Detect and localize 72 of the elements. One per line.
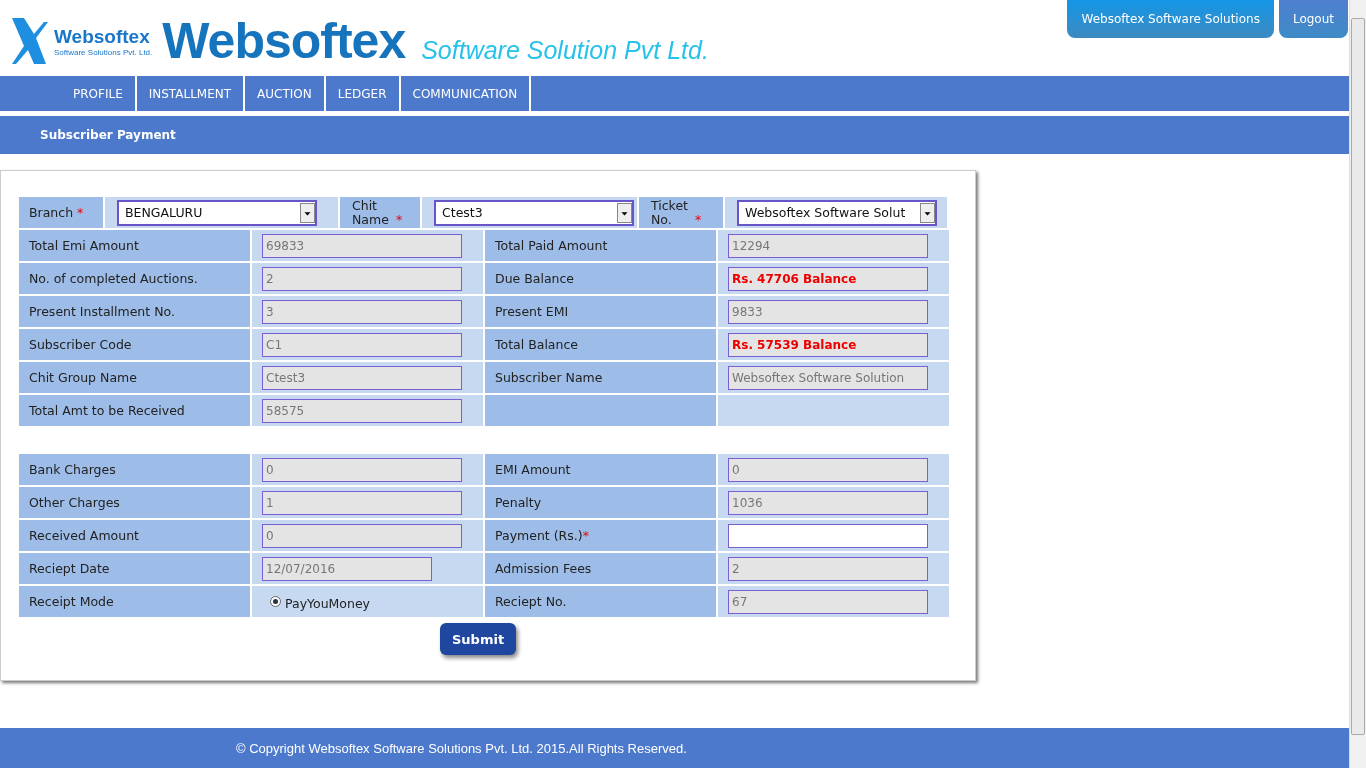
readonly-field[interactable]: Websoftex Software Solution: [728, 365, 928, 390]
readonly-field[interactable]: 0: [262, 523, 462, 548]
required-mark: *: [582, 528, 589, 543]
field-label: Ticket No.: [651, 198, 689, 227]
field-label: Reciept No.: [495, 594, 567, 609]
nav-link[interactable]: AUCTION: [245, 76, 326, 111]
logo-name: Websoftex: [54, 25, 151, 48]
field-label: Received Amount: [29, 528, 139, 543]
balance-field[interactable]: Rs. 57539 Balance: [728, 332, 928, 357]
readonly-field[interactable]: 58575: [262, 398, 462, 423]
readonly-field[interactable]: 3: [262, 299, 462, 324]
field-label: Total Emi Amount: [29, 238, 139, 253]
submit-button[interactable]: Submit: [440, 623, 517, 655]
readonly-field[interactable]: C1: [262, 332, 462, 357]
required-mark: *: [695, 212, 702, 227]
required-mark: *: [77, 205, 84, 220]
dropdown[interactable]: Ctest3: [434, 199, 634, 226]
page-title: Subscriber Payment: [40, 128, 176, 142]
field-label: Subscriber Code: [29, 337, 132, 352]
date-field[interactable]: 12/07/2016: [262, 556, 432, 581]
copyright-text: © Copyright Websoftex Software Solutions Pvt. Ltd. 2015.All Rights Reserved.: [236, 740, 687, 756]
readonly-field[interactable]: 9833: [728, 299, 928, 324]
dropdown[interactable]: Websoftex Software Solut: [737, 199, 937, 226]
balance-field[interactable]: Rs. 47706 Balance: [728, 266, 928, 291]
readonly-field[interactable]: 67: [728, 589, 928, 614]
caret-icon[interactable]: [300, 202, 315, 223]
nav-link[interactable]: INSTALLMENT: [136, 76, 246, 111]
readonly-field[interactable]: 69833: [262, 233, 462, 258]
readonly-field[interactable]: Ctest3: [262, 365, 462, 390]
nav-link[interactable]: PROFILE: [61, 76, 137, 111]
field-label: Present Installment No.: [29, 304, 175, 319]
caret-icon[interactable]: [920, 202, 935, 223]
caret-icon[interactable]: [617, 202, 632, 223]
field-label: Other Charges: [29, 495, 120, 510]
scrollbar[interactable]: [1349, 0, 1366, 768]
logout-button[interactable]: Logout: [1278, 0, 1348, 38]
nav-link[interactable]: COMMUNICATION: [400, 76, 532, 111]
field-label: Admission Fees: [495, 561, 592, 576]
field-label: Reciept Date: [29, 561, 110, 576]
field-label: Receipt Mode: [29, 594, 114, 609]
readonly-field[interactable]: 0: [262, 457, 462, 482]
user-button[interactable]: Websoftex Software Solutions: [1067, 0, 1274, 38]
field-label: Present EMI: [495, 304, 569, 319]
readonly-field[interactable]: 0: [728, 457, 928, 482]
field-label: Bank Charges: [29, 462, 116, 477]
brand-name: Websoftex: [162, 12, 406, 70]
field-label: Total Balance: [495, 337, 579, 352]
readonly-field[interactable]: 12294: [728, 233, 928, 258]
field-label: Due Balance: [495, 271, 575, 286]
field-label: Total Amt to be Received: [29, 403, 185, 418]
dropdown[interactable]: BENGALURU: [117, 199, 317, 226]
logo-icon: [12, 18, 48, 64]
readonly-field[interactable]: 1: [262, 490, 462, 515]
field-label: Total Paid Amount: [495, 238, 608, 253]
radio-label: PayYouMoney: [285, 596, 371, 611]
input-field[interactable]: [728, 523, 928, 548]
field-label: Branch: [29, 205, 74, 220]
nav-link[interactable]: LEDGER: [325, 76, 401, 111]
field-label: Penalty: [495, 495, 542, 510]
field-label: Chit Name: [352, 198, 390, 227]
radio-button[interactable]: [270, 596, 281, 607]
field-label: Chit Group Name: [29, 370, 137, 385]
readonly-field[interactable]: 2: [262, 266, 462, 291]
brand-subtitle: Software Solution Pvt Ltd.: [421, 35, 709, 65]
readonly-field[interactable]: 1036: [728, 490, 928, 515]
readonly-field[interactable]: 2: [728, 556, 928, 581]
field-label: Payment (Rs.): [495, 528, 583, 543]
field-label: No. of completed Auctions.: [29, 271, 198, 286]
field-label: EMI Amount: [495, 462, 571, 477]
field-label: Subscriber Name: [495, 370, 603, 385]
required-mark: *: [396, 212, 403, 227]
logo-tagline: Software Solutions Pvt. Ltd.: [54, 47, 153, 57]
